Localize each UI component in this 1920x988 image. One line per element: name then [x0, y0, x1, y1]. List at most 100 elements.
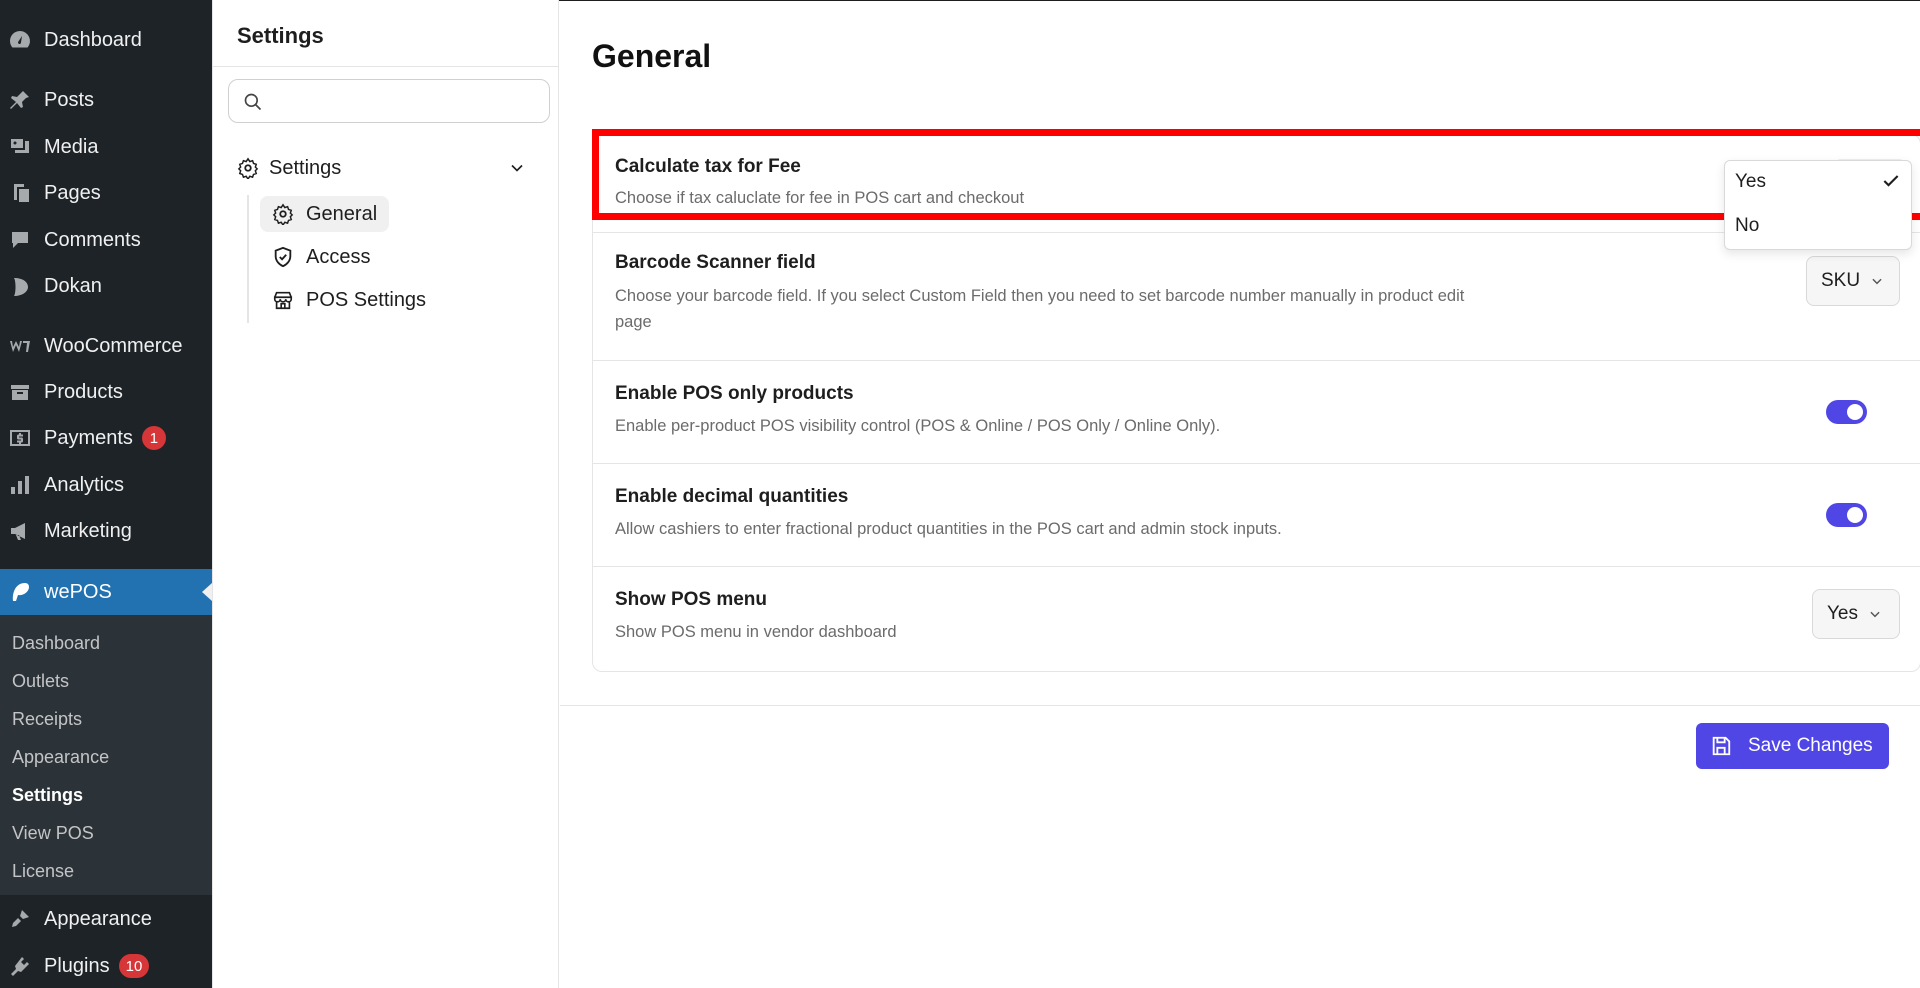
dokan-icon [6, 272, 34, 300]
wp-menu-label: Marketing [44, 519, 132, 542]
wp-menu-products[interactable]: Products [0, 372, 212, 412]
wp-menu-dokan[interactable]: Dokan [0, 266, 212, 306]
submenu-license[interactable]: License [12, 861, 74, 882]
media-icon [6, 133, 34, 161]
wp-menu-analytics[interactable]: Analytics [0, 465, 212, 505]
chevron-down-icon[interactable] [507, 158, 527, 178]
comment-icon [6, 226, 34, 254]
setting-row-pos-only-products: Enable POS only products Enable per-prod… [593, 361, 1920, 464]
highlight-annotation [592, 129, 1920, 220]
setting-title: Enable POS only products [615, 383, 854, 404]
wp-menu-label: Payments [44, 426, 133, 449]
nav-item-label: General [306, 202, 378, 225]
wp-menu-label: WooCommerce [44, 334, 183, 357]
settings-nav-title: Settings [237, 23, 324, 48]
setting-row-decimal-quantities: Enable decimal quantities Allow cashiers… [593, 464, 1920, 567]
nav-item-pos-settings[interactable]: POS Settings [260, 282, 438, 318]
wp-menu-marketing[interactable]: Marketing [0, 511, 212, 551]
toggle-knob [1847, 507, 1863, 523]
active-menu-arrow [202, 583, 212, 601]
submenu-view-pos[interactable]: View POS [12, 823, 94, 844]
search-icon [244, 93, 262, 111]
divider [213, 66, 559, 67]
wp-menu-label: Posts [44, 88, 95, 111]
setting-row-show-pos-menu: Show POS menu Show POS menu in vendor da… [593, 567, 1920, 671]
save-changes-button[interactable]: Save Changes [1696, 723, 1889, 769]
wp-admin-sidebar: Dashboard Posts Media Pages Comments Dok… [0, 0, 212, 988]
nav-tree-line [247, 195, 249, 323]
nav-group-settings[interactable]: Settings [237, 152, 537, 184]
dropdown-option-no[interactable]: No [1735, 215, 1759, 237]
wp-menu-label: Media [44, 135, 99, 158]
pos-only-products-toggle[interactable] [1826, 400, 1867, 424]
pages-icon [6, 179, 34, 207]
toggle-knob [1847, 404, 1863, 420]
wp-menu-woocommerce[interactable]: WooCommerce [0, 326, 212, 366]
settings-navigation: Settings Settings General Access POS Set… [212, 0, 559, 988]
notification-badge: 10 [118, 954, 150, 978]
megaphone-icon [6, 517, 34, 545]
select-value: SKU [1821, 270, 1861, 291]
bar-chart-icon [6, 471, 34, 499]
check-icon [1883, 175, 1899, 187]
wp-menu-media[interactable]: Media [0, 127, 212, 167]
wp-menu-wepos[interactable]: wePOS [0, 569, 212, 615]
settings-search-box[interactable] [228, 79, 550, 123]
submenu-outlets[interactable]: Outlets [12, 671, 69, 692]
woocommerce-icon [6, 332, 34, 360]
wp-menu-dashboard[interactable]: Dashboard [0, 20, 212, 60]
divider [560, 705, 1920, 706]
pin-icon [6, 86, 34, 114]
wp-menu-label: wePOS [44, 580, 112, 603]
wp-menu-comments[interactable]: Comments [0, 220, 212, 260]
wepos-submenu: Dashboard Outlets Receipts Appearance Se… [0, 615, 212, 895]
submenu-dashboard[interactable]: Dashboard [12, 633, 100, 654]
setting-title: Show POS menu [615, 589, 768, 610]
setting-title: Enable decimal quantities [615, 486, 849, 507]
setting-description: Show POS menu in vendor dashboard [615, 623, 897, 641]
submenu-receipts[interactable]: Receipts [12, 709, 82, 730]
search-input[interactable] [273, 88, 533, 116]
dollar-icon [6, 424, 34, 452]
gear-icon [237, 157, 259, 179]
wp-menu-label: Dashboard [44, 28, 142, 51]
wp-menu-label: Products [44, 380, 123, 403]
nav-item-access[interactable]: Access [260, 239, 382, 275]
decimal-quantities-toggle[interactable] [1826, 503, 1867, 527]
nav-item-label: Access [306, 245, 371, 268]
wp-menu-label: Analytics [44, 473, 125, 496]
setting-description: Allow cashiers to enter fractional produ… [615, 520, 1282, 538]
wp-menu-payments[interactable]: Payments 1 [0, 418, 212, 458]
show-pos-menu-select[interactable]: Yes [1812, 589, 1900, 639]
wp-menu-label: Dokan [44, 274, 102, 297]
setting-description: Enable per-product POS visibility contro… [615, 417, 1221, 435]
select-value: Yes [1827, 603, 1858, 624]
page-title: General [592, 38, 712, 74]
gear-icon [272, 203, 294, 225]
wepos-icon [6, 578, 34, 606]
wp-menu-posts[interactable]: Posts [0, 80, 212, 120]
plug-icon [6, 952, 34, 980]
submenu-settings[interactable]: Settings [12, 785, 83, 806]
wp-menu-appearance[interactable]: Appearance [0, 899, 212, 939]
brush-icon [6, 905, 34, 933]
wp-menu-label: Plugins [44, 954, 110, 977]
setting-description: Choose your barcode field. If you select… [615, 287, 1465, 331]
wp-menu-pages[interactable]: Pages [0, 173, 212, 213]
nav-group-label: Settings [269, 156, 342, 179]
nav-item-general[interactable]: General [260, 196, 390, 232]
wp-menu-plugins[interactable]: Plugins 10 [0, 946, 212, 986]
submenu-appearance[interactable]: Appearance [12, 747, 109, 768]
wp-menu-label: Appearance [44, 907, 152, 930]
barcode-field-select[interactable]: SKU [1806, 256, 1900, 306]
chevron-down-icon [1872, 278, 1882, 285]
tax-fee-dropdown-menu: Yes No [1724, 160, 1912, 250]
save-icon [1712, 736, 1731, 756]
shield-icon [274, 246, 292, 268]
dashboard-icon [6, 26, 34, 54]
store-icon [273, 291, 293, 310]
setting-row-barcode: Barcode Scanner field Choose your barcod… [593, 233, 1920, 361]
nav-item-label: POS Settings [306, 288, 427, 311]
dropdown-option-yes[interactable]: Yes [1735, 171, 1766, 193]
wp-menu-label: Comments [44, 228, 141, 251]
